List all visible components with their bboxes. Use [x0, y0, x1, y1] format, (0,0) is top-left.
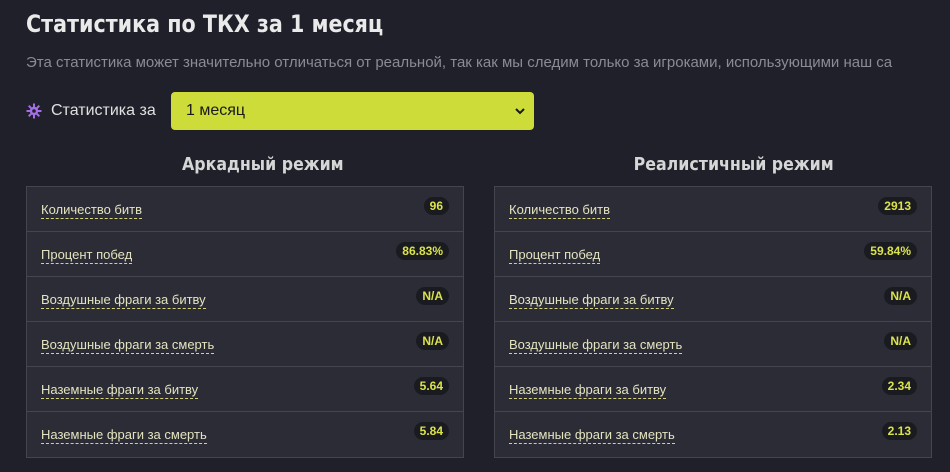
stat-value-badge: 96: [423, 197, 449, 215]
stat-label[interactable]: Воздушные фраги за битву: [41, 292, 206, 309]
stat-value-badge: 2913: [878, 197, 917, 215]
stat-row: Воздушные фраги за битву N/A: [27, 277, 463, 322]
period-select[interactable]: 1 месяц: [171, 92, 534, 130]
stat-row: Процент побед 86.83%: [27, 232, 463, 277]
stat-label[interactable]: Воздушные фраги за смерть: [41, 337, 215, 354]
stat-label[interactable]: Наземные фраги за битву: [509, 382, 667, 399]
stat-value-badge: 5.64: [413, 377, 449, 395]
period-filter-label: Статистика за: [51, 102, 156, 119]
stat-value-badge: N/A: [884, 332, 917, 350]
stat-row: Наземные фраги за битву 2.34: [495, 367, 931, 412]
page-title: Статистика по ТКХ за 1 месяц: [26, 10, 384, 38]
chevron-down-icon: [514, 104, 526, 116]
stat-value-badge: 5.84: [413, 422, 449, 440]
stat-label[interactable]: Количество битв: [41, 202, 142, 219]
gear-icon: [26, 103, 42, 119]
stat-label[interactable]: Наземные фраги за смерть: [509, 427, 675, 444]
period-filter: Статистика за: [26, 92, 156, 130]
stat-value-badge: N/A: [416, 332, 449, 350]
stat-row: Воздушные фраги за смерть N/A: [495, 322, 931, 367]
stat-value-badge: 2.13: [881, 422, 917, 440]
stat-label[interactable]: Воздушные фраги за смерть: [509, 337, 683, 354]
stat-label[interactable]: Наземные фраги за битву: [41, 382, 199, 399]
stat-label[interactable]: Количество битв: [509, 202, 610, 219]
stat-label[interactable]: Наземные фраги за смерть: [41, 427, 207, 444]
stat-row: Наземные фраги за битву 5.64: [27, 367, 463, 412]
stat-label[interactable]: Воздушные фраги за битву: [509, 292, 674, 309]
stat-row: Наземные фраги за смерть 2.13: [495, 412, 931, 457]
stat-value-badge: 86.83%: [396, 242, 449, 260]
realistic-title: Реалистичный режим: [633, 154, 834, 175]
stat-value-badge: N/A: [416, 287, 449, 305]
stat-value-badge: 59.84%: [864, 242, 917, 260]
arcade-stats-panel: Количество битв 96 Процент побед 86.83% …: [26, 186, 464, 458]
realistic-stats-panel: Количество битв 2913 Процент побед 59.84…: [494, 186, 932, 458]
stat-value-badge: N/A: [884, 287, 917, 305]
stat-row: Количество битв 96: [27, 187, 463, 232]
stat-value-badge: 2.34: [881, 377, 917, 395]
period-select-value: 1 месяц: [186, 102, 246, 119]
arcade-title: Аркадный режим: [182, 154, 344, 175]
stat-label[interactable]: Процент побед: [509, 247, 601, 264]
stat-row: Воздушные фраги за битву N/A: [495, 277, 931, 322]
stat-row: Наземные фраги за смерть 5.84: [27, 412, 463, 457]
stat-row: Количество битв 2913: [495, 187, 931, 232]
page-subtitle: Эта статистика может значительно отличат…: [26, 54, 893, 71]
stat-row: Воздушные фраги за смерть N/A: [27, 322, 463, 367]
stat-label[interactable]: Процент побед: [41, 247, 133, 264]
stat-row: Процент побед 59.84%: [495, 232, 931, 277]
